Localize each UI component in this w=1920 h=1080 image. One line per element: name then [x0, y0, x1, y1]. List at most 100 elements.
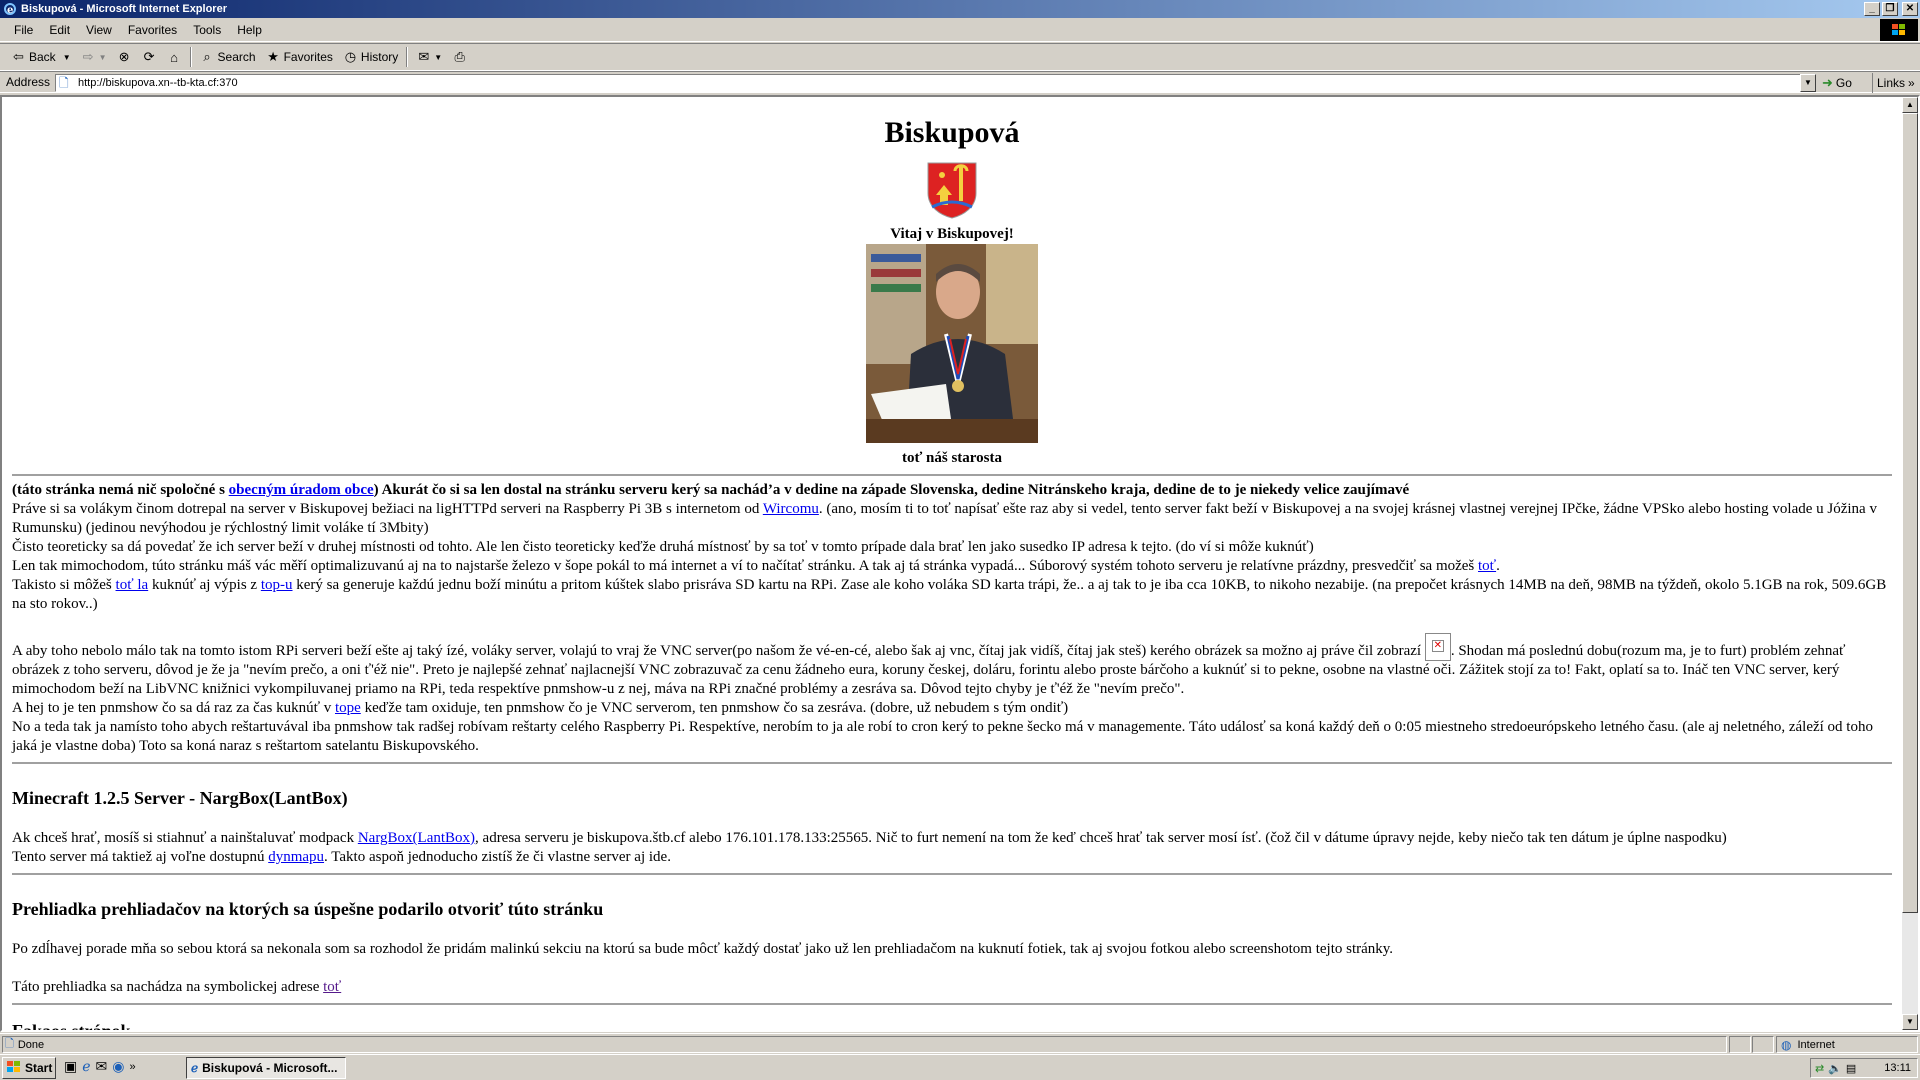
- title-bar: e Biskupová - Microsoft Internet Explore…: [0, 0, 1920, 18]
- page-content: Biskupová Vitaj v Biskupovej! toť náš st…: [2, 97, 1902, 1030]
- search-button[interactable]: ⌕ Search: [195, 45, 261, 69]
- media-player-icon[interactable]: ◉: [112, 1058, 124, 1075]
- internet-explorer-icon[interactable]: ℯ: [82, 1058, 90, 1075]
- dropdown-arrow-icon[interactable]: ▼: [63, 53, 71, 62]
- status-panel: [1752, 1036, 1774, 1053]
- history-icon: ◷: [344, 49, 357, 64]
- tope-link[interactable]: tope: [335, 700, 361, 716]
- address-url: http://biskupova.xn--tb-kta.cf:370: [78, 77, 238, 89]
- page-title: Biskupová: [884, 116, 1020, 149]
- taskbar-button-label: Biskupová - Microsoft...: [202, 1061, 338, 1075]
- photo-container: [12, 244, 1892, 449]
- outlook-express-icon[interactable]: ✉: [96, 1058, 108, 1075]
- status-text-panel: 🗋 Done: [2, 1036, 1727, 1053]
- page-icon: 🗋: [59, 76, 69, 90]
- minimize-button[interactable]: _: [1864, 2, 1880, 16]
- refresh-icon: ⟳: [143, 49, 155, 64]
- divider: [12, 1003, 1892, 1006]
- paragraph-top-output: Takisto si môžeš toť la kuknúť aj výpis …: [12, 576, 1892, 614]
- gallery-link[interactable]: toť: [323, 979, 341, 995]
- clock: 13:11: [1884, 1062, 1911, 1074]
- text: A aby toho nebolo málo tak na tomto isto…: [12, 643, 1425, 659]
- tray-app-icon[interactable]: ▤: [1846, 1062, 1856, 1075]
- refresh-button[interactable]: ⟳: [137, 45, 162, 69]
- scroll-up-button[interactable]: ▲: [1902, 97, 1918, 113]
- paragraph-server-info: Práve si sa volákym činom dotrepal na se…: [12, 500, 1892, 538]
- windows-logo-icon: [1880, 19, 1918, 41]
- text: Táto prehliadka sa nachádza na symbolick…: [12, 979, 324, 995]
- paragraph-vnc: A aby toho nebolo málo tak na tomto isto…: [12, 633, 1892, 699]
- menu-help[interactable]: Help: [229, 21, 270, 39]
- text: , adresa serveru je biskupova.štb.cf ale…: [475, 830, 1727, 846]
- system-tray: ⇄ 🔈 ▤ 13:11: [1810, 1058, 1918, 1078]
- status-panel: [1729, 1036, 1751, 1053]
- address-dropdown-button[interactable]: ▼: [1800, 74, 1816, 92]
- heading-minecraft: Minecraft 1.2.5 Server - NargBox(LantBox…: [12, 788, 348, 808]
- home-button[interactable]: ⌂: [162, 45, 187, 69]
- menu-file[interactable]: File: [6, 21, 41, 39]
- start-button[interactable]: Start: [2, 1057, 56, 1079]
- stop-button[interactable]: ⊗: [112, 45, 137, 69]
- intro-paragraph: (táto stránka nemá nič spoločné s obecný…: [12, 481, 1892, 500]
- search-icon: ⌕: [203, 49, 211, 64]
- chevron-right-icon[interactable]: »: [129, 1061, 135, 1073]
- address-input[interactable]: 🗋 http://biskupova.xn--tb-kta.cf:370: [55, 74, 1801, 92]
- dropdown-arrow-icon[interactable]: ▼: [434, 53, 442, 62]
- menu-favorites[interactable]: Favorites: [120, 21, 185, 39]
- dynmap-link[interactable]: dynmapu: [268, 849, 324, 865]
- volume-icon[interactable]: 🔈: [1828, 1062, 1842, 1075]
- municipal-office-link[interactable]: obecným úradom obce: [229, 482, 374, 498]
- forward-button[interactable]: ⇨ ▼: [76, 45, 112, 69]
- text: keďže tam oxiduje, ten pnmshow čo je VNC…: [360, 700, 1069, 716]
- print-button[interactable]: ⎙: [447, 45, 472, 69]
- nargbox-link[interactable]: NargBox(LantBox): [358, 830, 475, 846]
- mail-icon: ✉: [418, 49, 430, 64]
- vertical-scrollbar[interactable]: ▲ ▼: [1902, 97, 1918, 1030]
- favorites-button[interactable]: ★ Favorites: [261, 45, 338, 69]
- text: Tento server má taktiež aj voľne dostupn…: [12, 849, 269, 865]
- links-button[interactable]: Links »: [1872, 73, 1915, 93]
- coat-of-arms-image: [926, 161, 978, 219]
- mayor-photo: [866, 244, 1038, 443]
- text: . Takto aspoň jednoducho zistíš že či vl…: [324, 849, 671, 865]
- text: Práve si sa volákym činom dotrepal na se…: [12, 501, 763, 517]
- menu-edit[interactable]: Edit: [41, 21, 78, 39]
- show-desktop-icon[interactable]: ▣: [64, 1058, 77, 1075]
- zone-label: Internet: [1797, 1038, 1835, 1051]
- page-done-icon: 🗋: [5, 1038, 14, 1050]
- wircom-link[interactable]: Wircomu: [763, 501, 819, 517]
- go-arrow-icon: ➜: [1822, 75, 1833, 90]
- paragraph-minecraft: Ak chceš hrať, mosíš si stiahnuť a nainš…: [12, 829, 1892, 848]
- paragraph-optimization: Len tak mimochodom, túto stránku máš vác…: [12, 557, 1892, 576]
- welcome-text: Vitaj v Biskupovej!: [890, 226, 1014, 242]
- scrollbar-thumb[interactable]: [1902, 113, 1918, 913]
- network-icon[interactable]: ⇄: [1815, 1062, 1824, 1075]
- status-text: Done: [17, 1038, 45, 1051]
- taskbar: Start ▣ ℯ ✉ ◉ » ℯ Biskupová - Microsoft.…: [0, 1054, 1920, 1080]
- go-button[interactable]: ➜ Go: [1822, 73, 1852, 93]
- paragraph-gallery-address: Táto prehliadka sa nachádza na symbolick…: [12, 978, 1892, 997]
- text: Len tak mimochodom, túto stránku máš vác…: [12, 558, 1479, 574]
- close-button[interactable]: ✕: [1902, 2, 1918, 16]
- history-button[interactable]: ◷ History: [338, 45, 403, 69]
- toolbar-separator: [189, 47, 192, 67]
- mail-button[interactable]: ✉ ▼: [411, 45, 447, 69]
- dropdown-arrow-icon[interactable]: ▼: [99, 53, 107, 62]
- back-arrow-icon: ⇦: [13, 49, 24, 64]
- svg-text:e: e: [7, 5, 13, 16]
- filesystem-link[interactable]: toť: [1478, 558, 1496, 574]
- ie-icon: ℯ: [191, 1061, 199, 1075]
- address-bar: Address 🗋 http://biskupova.xn--tb-kta.cf…: [0, 71, 1920, 93]
- start-label: Start: [25, 1061, 53, 1075]
- tot-la-link[interactable]: toť la: [116, 577, 149, 593]
- back-button[interactable]: ⇦ Back ▼: [6, 45, 76, 69]
- scroll-down-button[interactable]: ▼: [1902, 1014, 1918, 1030]
- intro-text-1: (táto stránka nemá nič spoločné s: [12, 482, 229, 498]
- taskbar-button-ie[interactable]: ℯ Biskupová - Microsoft...: [186, 1057, 346, 1079]
- menu-tools[interactable]: Tools: [185, 21, 229, 39]
- crest-container: [12, 151, 1892, 225]
- top-link[interactable]: top-u: [261, 577, 293, 593]
- maximize-button[interactable]: ❐: [1882, 2, 1898, 16]
- menu-view[interactable]: View: [78, 21, 120, 39]
- paragraph-second-room: Čisto teoreticky sa dá povedať že ich se…: [12, 539, 1314, 555]
